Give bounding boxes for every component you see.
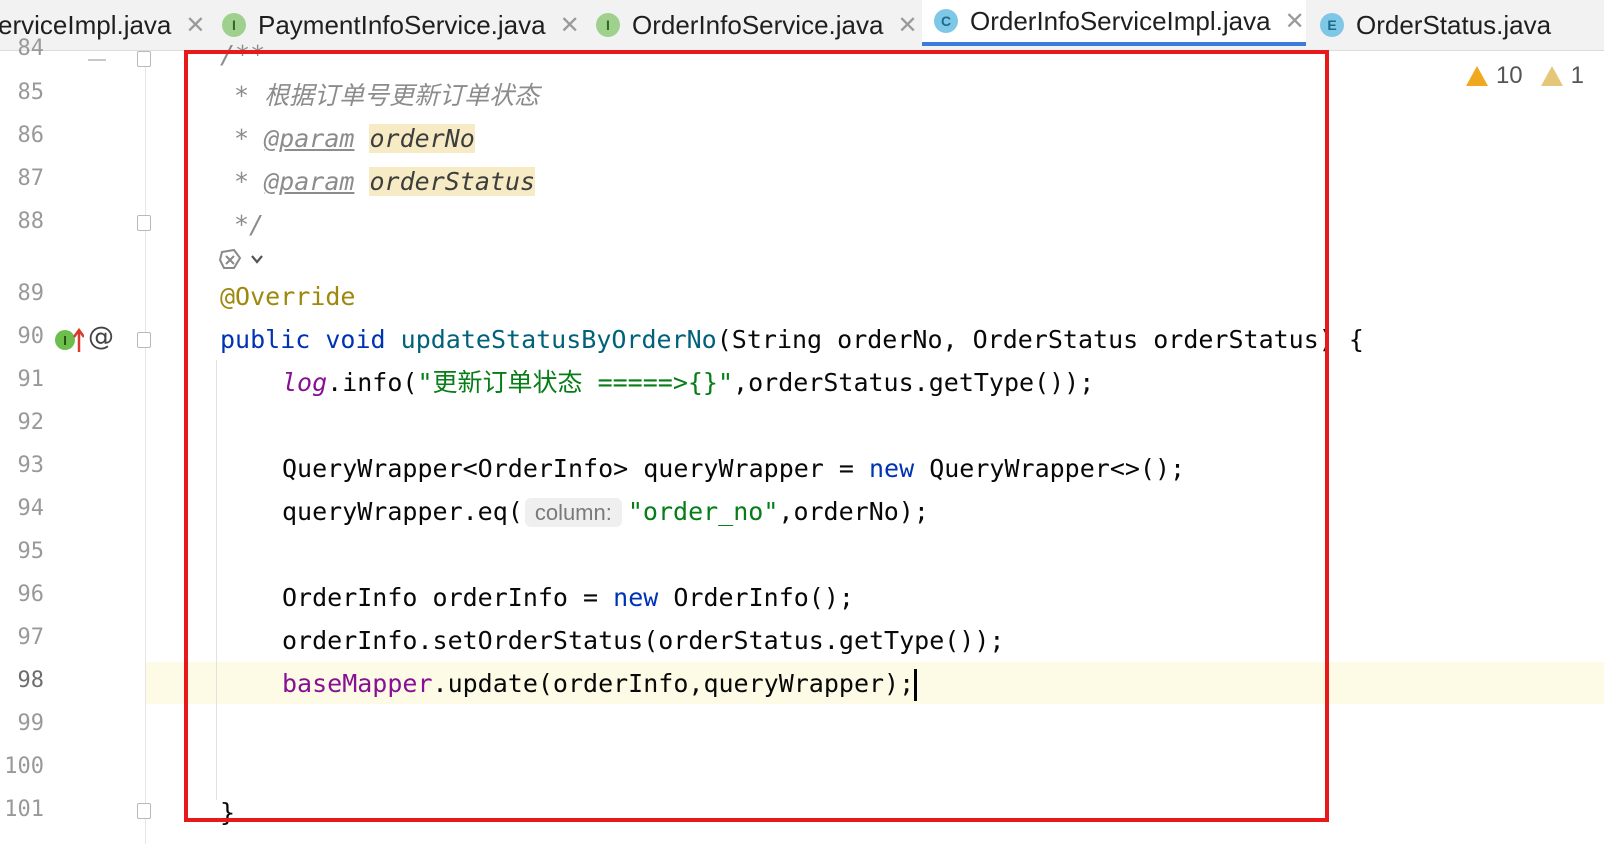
code-text: ,orderNo); [778, 497, 929, 526]
keyword: new [613, 583, 659, 612]
interface-badge-icon: I [596, 13, 620, 37]
indent-guide [216, 360, 217, 800]
weak-warning-icon [1540, 66, 1563, 86]
line-number: 87 [17, 166, 45, 191]
javadoc-param-tag: @param [264, 124, 355, 153]
line-number: 97 [17, 625, 45, 650]
closing-brace: } [220, 798, 236, 827]
log-field: log [282, 368, 328, 397]
code-text: .info( [327, 368, 418, 397]
doc-comment-start: /** [220, 40, 266, 69]
code-line: OrderInfo orderInfo = new OrderInfo(); [282, 576, 854, 619]
line-number: 93 [17, 453, 45, 478]
code-line-current[interactable]: baseMapper.update(orderInfo,queryWrapper… [282, 662, 918, 705]
weak-warning-count: 1 [1570, 62, 1584, 89]
implements-icon[interactable]: I [54, 326, 84, 354]
line-number: 101 [4, 797, 44, 822]
code-line: public void updateStatusByOrderNo(String… [220, 318, 1364, 361]
doc-comment-text: * 根据订单号更新订单状态 [234, 81, 540, 110]
code-line: /** [220, 33, 265, 76]
doc-comment-star: * [234, 167, 265, 196]
line-number: 84 [17, 36, 45, 61]
line-number: 96 [17, 582, 45, 607]
code-text: queryWrapper.eq( [282, 497, 523, 526]
doc-comment-end: */ [234, 210, 265, 239]
tab-label: OrderInfoService.java [632, 9, 884, 40]
line-number: 85 [17, 80, 45, 105]
fold-icon[interactable] [137, 215, 151, 231]
doc-comment-star: * [234, 124, 265, 153]
code-text: orderInfo.setOrderStatus(orderStatus.get… [282, 626, 1005, 655]
javadoc-param-tag: @param [264, 167, 355, 196]
close-icon[interactable]: ✕ [897, 11, 917, 40]
line-number-current: 98 [17, 668, 45, 693]
class-badge-icon: C [934, 9, 958, 33]
svg-text:I: I [63, 333, 67, 348]
close-icon[interactable]: ✕ [185, 11, 205, 40]
gutter-divider [145, 51, 146, 844]
method-name: updateStatusByOrderNo [400, 325, 717, 354]
code-text: OrderInfo orderInfo = [282, 583, 614, 612]
code-line: log.info("更新订单状态 =====>{}",orderStatus.g… [282, 361, 1094, 404]
line-number: 86 [17, 123, 45, 148]
line-number: 90 [17, 324, 45, 349]
keyword: new [869, 454, 915, 483]
line-number: 91 [17, 367, 45, 392]
code-line: * @param orderNo [234, 117, 475, 160]
line-number: 88 [17, 209, 45, 234]
code-line: */ [234, 203, 264, 246]
line-number: 99 [17, 711, 45, 736]
fold-icon[interactable] [137, 51, 151, 67]
ai-assist-icon[interactable] [218, 246, 268, 274]
code-text: QueryWrapper<>(); [914, 454, 1186, 483]
warning-count: 10 [1495, 62, 1523, 89]
tab-label: OrderInfoServiceImpl.java [970, 5, 1271, 36]
code-text: .update(orderInfo,queryWrapper); [432, 669, 915, 698]
code-line: @Override [220, 275, 355, 318]
warning-icon [1465, 66, 1488, 86]
code-line: * @param orderStatus [234, 160, 536, 203]
override-at-icon[interactable]: @ [88, 322, 114, 352]
string-literal: "更新订单状态 =====>{}" [417, 368, 734, 397]
code-line: orderInfo.setOrderStatus(orderStatus.get… [282, 619, 1004, 662]
code-line: * 根据订单号更新订单状态 [234, 74, 539, 117]
keyword: void [325, 325, 386, 354]
string-literal: "order_no" [627, 497, 779, 526]
line-number: 95 [17, 539, 45, 564]
override-annotation: @Override [220, 282, 356, 311]
enum-badge-icon: E [1320, 13, 1344, 37]
tab-payment-info-service[interactable]: I PaymentInfoService.java ✕ [222, 0, 582, 50]
tab-label: PaymentInfoService.java [258, 9, 546, 40]
parameter-hint: column: [524, 498, 622, 527]
code-text: OrderInfo(); [658, 583, 854, 612]
tab-order-info-service[interactable]: I OrderInfoService.java ✕ [596, 0, 920, 50]
base-mapper-field: baseMapper [282, 669, 433, 698]
param-name: orderStatus [369, 167, 536, 196]
code-line: } [220, 791, 235, 834]
method-signature: (String orderNo, OrderStatus orderStatus… [716, 325, 1364, 354]
param-name: orderNo [369, 124, 475, 153]
line-number: 94 [17, 496, 45, 521]
fold-end-icon [88, 59, 106, 61]
close-icon[interactable]: ✕ [1285, 7, 1305, 36]
fold-icon[interactable] [137, 332, 151, 348]
code-line: queryWrapper.eq(column: "order_no",orderN… [282, 490, 929, 534]
text-caret [914, 669, 918, 701]
inspection-widget[interactable]: 10 1 [1465, 62, 1584, 90]
code-text: QueryWrapper<OrderInfo> queryWrapper = [282, 454, 869, 483]
line-number: 89 [17, 281, 45, 306]
keyword: public [220, 325, 311, 354]
tab-label: OrderStatus.java [1356, 9, 1552, 40]
code-line: QueryWrapper<OrderInfo> queryWrapper = n… [282, 447, 1185, 490]
code-text: ,orderStatus.getType()); [733, 368, 1095, 397]
tab-order-info-service-impl[interactable]: C OrderInfoServiceImpl.java ✕ [922, 0, 1306, 46]
line-number: 92 [17, 410, 45, 435]
close-icon[interactable]: ✕ [560, 11, 580, 40]
tab-order-status[interactable]: E OrderStatus.java [1320, 0, 1604, 50]
fold-icon[interactable] [137, 803, 151, 819]
line-number: 100 [4, 754, 44, 779]
